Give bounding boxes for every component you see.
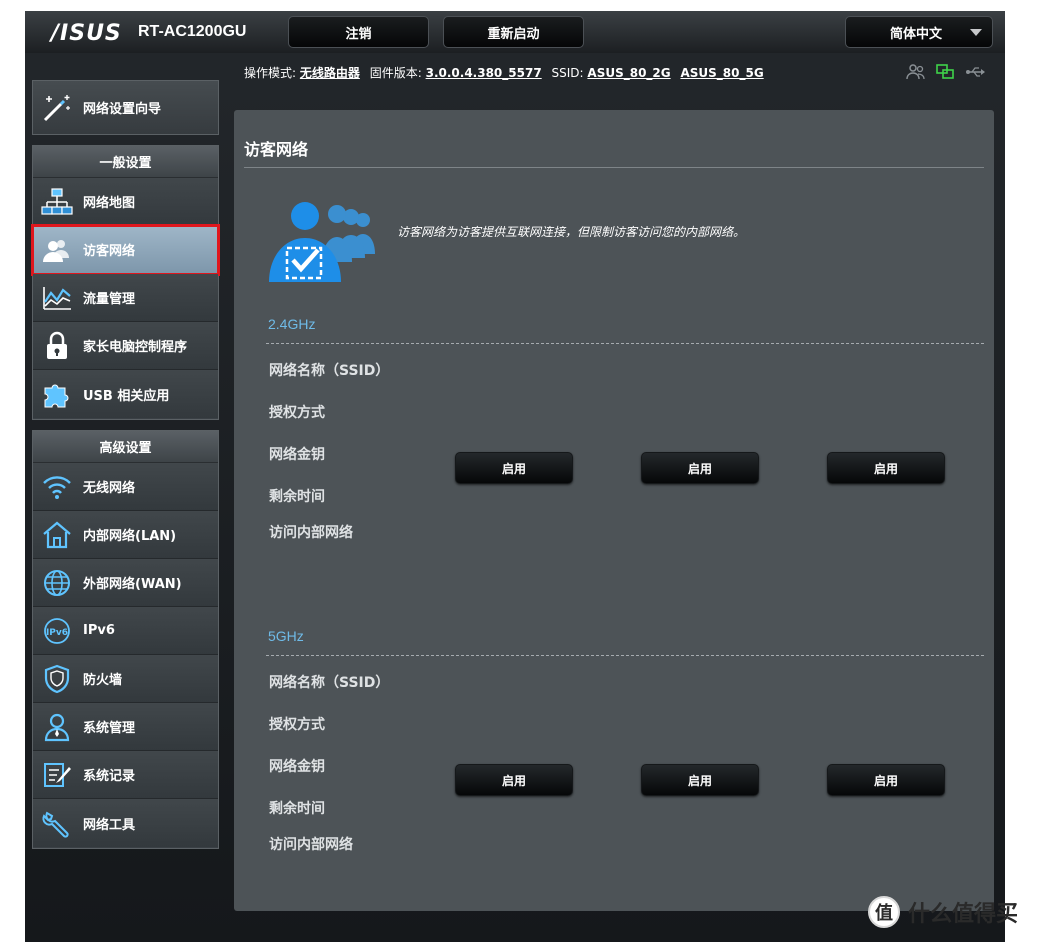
ipv6-icon: IPv6 bbox=[41, 615, 73, 647]
sidebar-item-lan[interactable]: 内部网络(LAN) bbox=[33, 511, 218, 559]
ssid-2g-link[interactable]: ASUS_80_2G bbox=[587, 66, 670, 80]
sidebar-item-wireless[interactable]: 无线网络 bbox=[33, 463, 218, 511]
sidebar-item-label: 网络设置向导 bbox=[83, 102, 162, 117]
sidebar-item-ipv6[interactable]: IPv6 IPv6 bbox=[33, 607, 218, 655]
sidebar-item-traffic-manager[interactable]: 流量管理 bbox=[33, 274, 218, 322]
usb-puzzle-icon bbox=[41, 378, 73, 410]
band-2g-title: 2.4GHz bbox=[268, 316, 316, 332]
enable-2g-guest-1-button[interactable]: 启用 bbox=[455, 452, 573, 484]
sidebar-item-administration[interactable]: 系统管理 bbox=[33, 703, 218, 751]
sidebar-item-network-map[interactable]: 网络地图 bbox=[33, 178, 218, 226]
sidebar-item-label: 流量管理 bbox=[83, 292, 136, 307]
operation-mode-label: 操作模式: bbox=[244, 66, 297, 80]
band-5g-title: 5GHz bbox=[268, 628, 304, 644]
admin-user-icon bbox=[41, 711, 73, 743]
watermark-text: 什么值得买 bbox=[908, 902, 1019, 927]
sidebar-item-label: 系统记录 bbox=[83, 769, 136, 784]
status-bar: 操作模式: 无线路由器 固件版本: 3.0.0.4.380_5577 SSID:… bbox=[244, 64, 764, 81]
row-label-time-remaining: 剩余时间 bbox=[269, 489, 325, 505]
parental-lock-icon bbox=[41, 330, 73, 362]
sidebar-item-usb-applications[interactable]: USB 相关应用 bbox=[33, 370, 218, 418]
title-divider bbox=[244, 167, 984, 168]
page-title: 访客网络 bbox=[244, 140, 309, 159]
sidebar-item-label: 网络工具 bbox=[83, 817, 136, 833]
asus-logo[interactable]: /ISUS bbox=[51, 21, 122, 46]
row-label-auth-method: 授权方式 bbox=[269, 717, 325, 733]
sidebar-item-guest-network[interactable]: 访客网络 bbox=[31, 224, 220, 276]
sidebar-item-label: 系统管理 bbox=[83, 721, 136, 736]
band-5g-divider bbox=[266, 655, 984, 656]
enable-5g-guest-3-button[interactable]: 启用 bbox=[827, 764, 945, 796]
operation-mode-link[interactable]: 无线路由器 bbox=[300, 66, 360, 80]
language-select-label: 简体中文 bbox=[890, 26, 943, 42]
guest-network-panel: 访客网络 访客网络为访客提供互联网连接，但限制访客访问您的内部网络。 2.4GH… bbox=[234, 110, 994, 911]
sidebar-item-label: 无线网络 bbox=[83, 481, 136, 496]
ssid-5g-link[interactable]: ASUS_80_5G bbox=[680, 66, 763, 80]
sidebar-item-label: 内部网络(LAN) bbox=[83, 529, 177, 544]
status-icons bbox=[905, 63, 987, 81]
watermark-badge: 值 bbox=[868, 896, 900, 928]
sidebar-item-label: 防火墙 bbox=[83, 673, 123, 688]
reboot-button[interactable]: 重新启动 bbox=[443, 16, 584, 48]
guest-network-description: 访客网络为访客提供互联网连接，但限制访客访问您的内部网络。 bbox=[397, 225, 746, 239]
usb-status-icon[interactable] bbox=[965, 63, 987, 81]
advanced-settings-panel: 高级设置 无线网络 内部网络(LAN) 外部网络(WAN) IPv6 IPv6 bbox=[32, 430, 219, 849]
enable-5g-guest-2-button[interactable]: 启用 bbox=[641, 764, 759, 796]
sidebar-item-label: 外部网络(WAN) bbox=[83, 577, 182, 592]
enable-5g-guest-1-button[interactable]: 启用 bbox=[455, 764, 573, 796]
sidebar-item-parental-control[interactable]: 家长电脑控制程序 bbox=[33, 322, 218, 370]
advanced-settings-header: 高级设置 bbox=[33, 431, 218, 463]
row-label-network-key: 网络金钥 bbox=[269, 759, 325, 775]
internet-connected-icon[interactable] bbox=[935, 63, 957, 81]
sidebar-item-label: USB 相关应用 bbox=[83, 388, 170, 404]
clients-icon[interactable] bbox=[905, 63, 927, 81]
row-label-time-remaining: 剩余时间 bbox=[269, 801, 325, 817]
general-settings-header: 一般设置 bbox=[33, 146, 218, 178]
language-select[interactable]: 简体中文 bbox=[845, 16, 993, 48]
sidebar-item-label: 访客网络 bbox=[83, 244, 136, 259]
sidebar-item-firewall[interactable]: 防火墙 bbox=[33, 655, 218, 703]
sidebar-item-network-tools[interactable]: 网络工具 bbox=[33, 799, 218, 847]
firmware-version-link[interactable]: 3.0.0.4.380_5577 bbox=[426, 66, 542, 80]
chevron-down-icon bbox=[970, 29, 982, 36]
quick-setup-panel: 网络设置向导 bbox=[32, 80, 219, 135]
guest-users-icon bbox=[267, 198, 379, 282]
router-admin-window: /ISUS RT-AC1200GU 注销 重新启动 简体中文 操作模式: 无线路… bbox=[25, 11, 1005, 942]
enable-2g-guest-3-button[interactable]: 启用 bbox=[827, 452, 945, 484]
shield-icon bbox=[41, 663, 73, 695]
home-icon bbox=[41, 519, 73, 551]
globe-icon bbox=[41, 567, 73, 599]
magic-wand-icon bbox=[41, 92, 73, 124]
firmware-label: 固件版本: bbox=[369, 66, 422, 80]
guest-network-icon bbox=[41, 234, 73, 266]
sidebar-item-system-log[interactable]: 系统记录 bbox=[33, 751, 218, 799]
row-label-network-key: 网络金钥 bbox=[269, 447, 325, 463]
traffic-manager-icon bbox=[41, 282, 73, 314]
sidebar-item-wan[interactable]: 外部网络(WAN) bbox=[33, 559, 218, 607]
row-label-intranet-access: 访问内部网络 bbox=[269, 837, 353, 853]
top-header: /ISUS RT-AC1200GU 注销 重新启动 简体中文 bbox=[25, 11, 1005, 53]
band-2g-divider bbox=[266, 343, 984, 344]
general-settings-panel: 一般设置 网络地图 访客网络 流量管理 家长电脑控制程序 USB 相关应用 bbox=[31, 145, 220, 420]
sidebar-item-wizard[interactable]: 网络设置向导 bbox=[33, 81, 218, 134]
logout-button[interactable]: 注销 bbox=[288, 16, 429, 48]
sidebar-item-label: 家长电脑控制程序 bbox=[83, 340, 188, 355]
row-label-ssid: 网络名称（SSID） bbox=[269, 363, 390, 379]
router-model: RT-AC1200GU bbox=[138, 23, 247, 40]
wifi-icon bbox=[41, 471, 73, 503]
svg-text:IPv6: IPv6 bbox=[46, 628, 68, 638]
enable-2g-guest-2-button[interactable]: 启用 bbox=[641, 452, 759, 484]
row-label-auth-method: 授权方式 bbox=[269, 405, 325, 421]
watermark: 值 什么值得买 bbox=[868, 896, 1018, 928]
ssid-label: SSID: bbox=[551, 66, 584, 80]
row-label-intranet-access: 访问内部网络 bbox=[269, 525, 353, 541]
log-edit-icon bbox=[41, 759, 73, 791]
sidebar-item-label: IPv6 bbox=[83, 623, 115, 638]
tools-icon bbox=[41, 807, 73, 839]
network-map-icon bbox=[41, 186, 73, 218]
row-label-ssid: 网络名称（SSID） bbox=[269, 675, 390, 691]
sidebar-item-label: 网络地图 bbox=[83, 196, 136, 211]
